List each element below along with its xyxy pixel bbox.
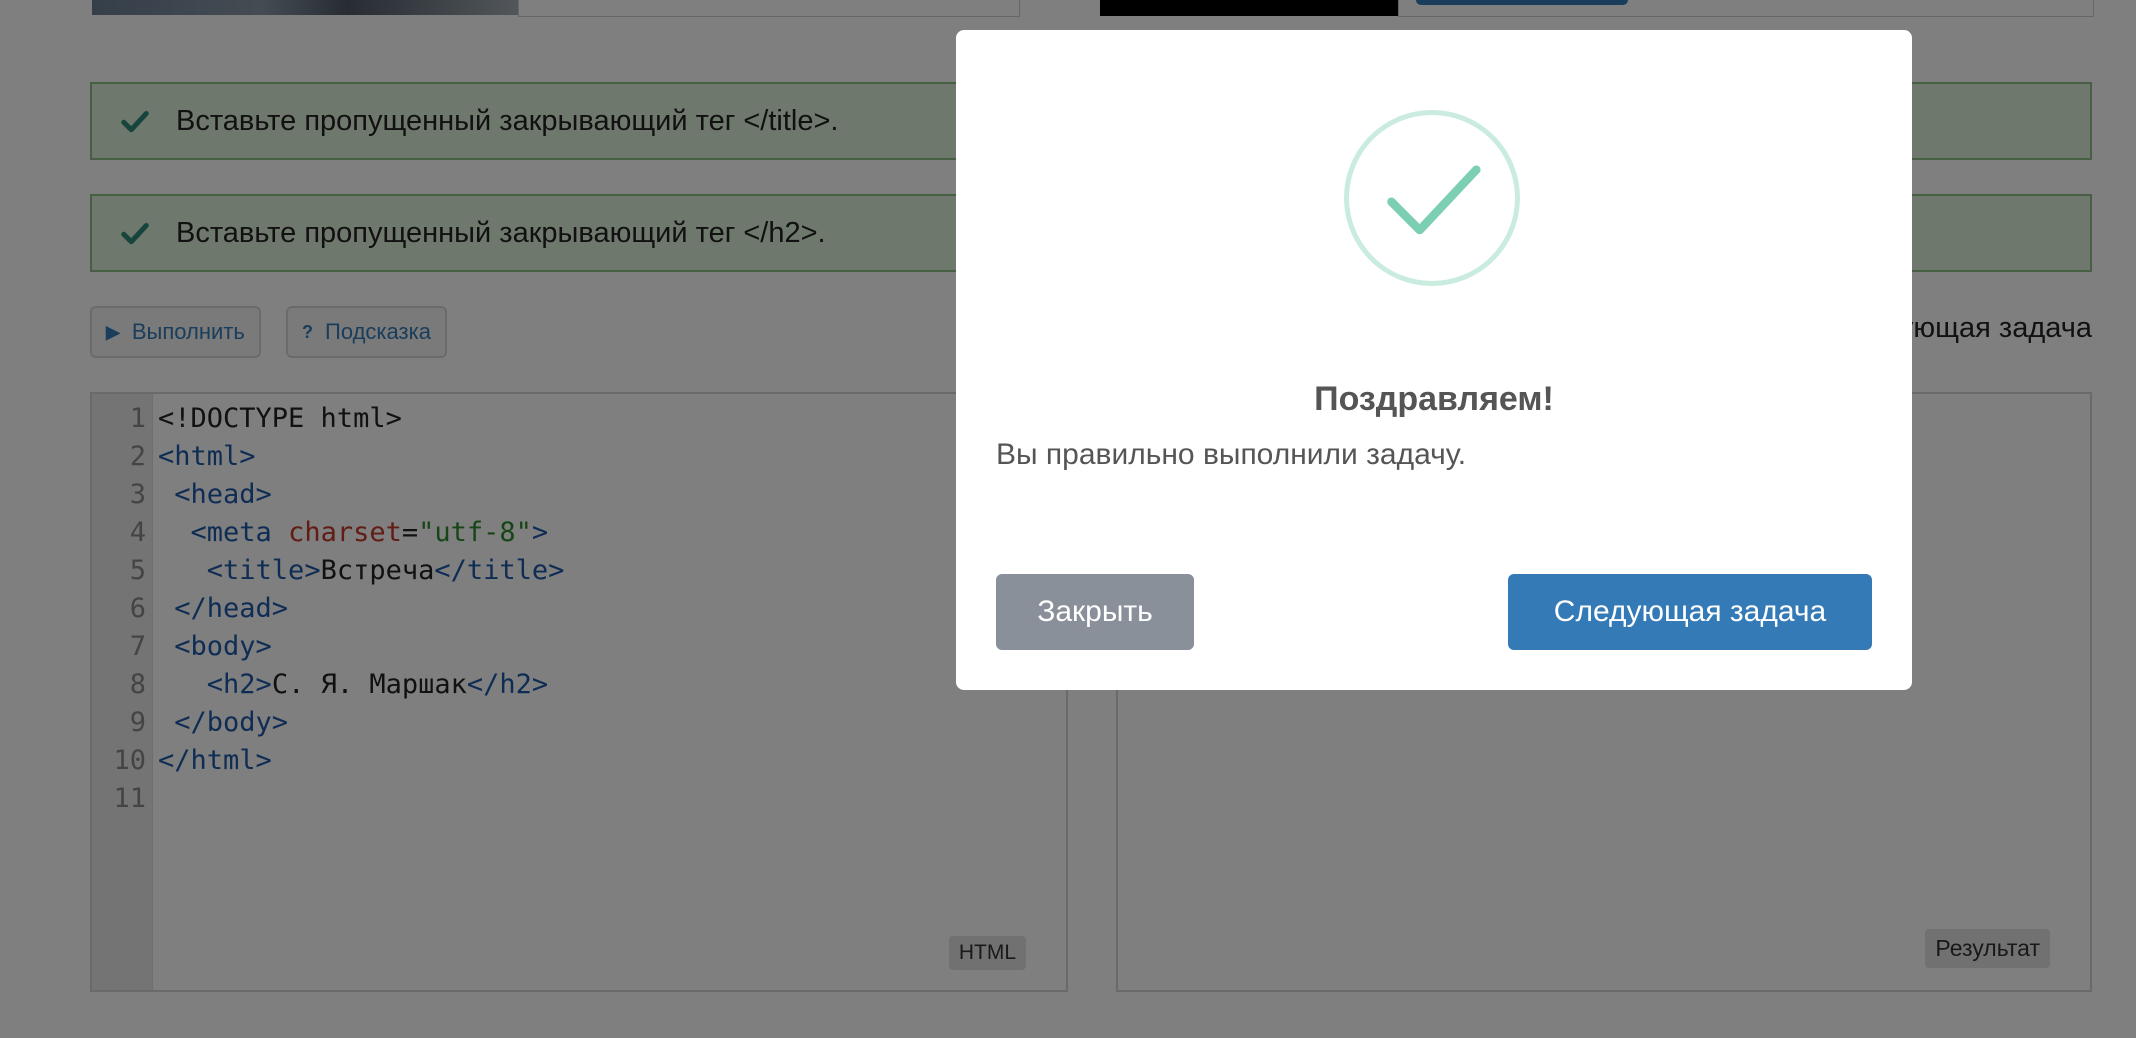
modal-message: Вы правильно выполнили задачу. xyxy=(996,438,1467,471)
page: Вставьте пропущенный закрывающий тег </t… xyxy=(0,0,2136,1038)
check-circle-icon xyxy=(1344,110,1520,286)
success-modal: Поздравляем! Вы правильно выполнили зада… xyxy=(956,30,1912,690)
modal-title: Поздравляем! xyxy=(1314,380,1554,418)
close-button[interactable]: Закрыть xyxy=(996,574,1194,650)
next-task-button[interactable]: Следующая задача xyxy=(1508,574,1872,650)
